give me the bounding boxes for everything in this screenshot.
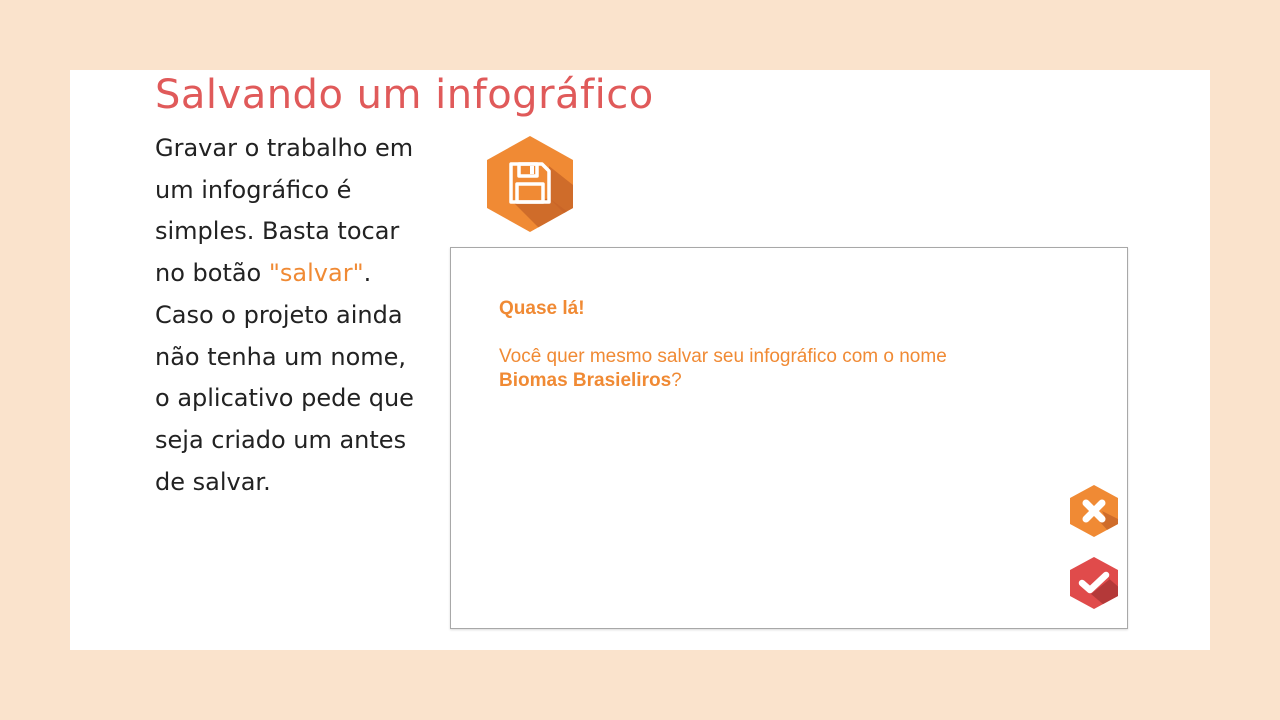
dialog-title: Quase lá!	[499, 298, 585, 319]
dialog-message-suffix: ?	[671, 370, 682, 391]
dialog-message-prefix: Você quer mesmo salvar seu infográfico c…	[499, 346, 947, 367]
slide-title: Salvando um infográfico	[155, 72, 654, 118]
body-text-accent: "salvar"	[268, 259, 364, 288]
dialog-message: Você quer mesmo salvar seu infográfico c…	[499, 345, 1059, 393]
body-text-part2: . Caso o projeto ainda não tenha um nome…	[155, 259, 414, 496]
floppy-disk-icon	[487, 136, 573, 232]
confirm-button[interactable]	[1070, 557, 1118, 609]
cancel-button[interactable]	[1070, 485, 1118, 537]
save-confirmation-dialog: Quase lá! Você quer mesmo salvar seu inf…	[450, 247, 1128, 629]
slide-body-text: Gravar o trabalho em um infográfico é si…	[155, 128, 425, 503]
dialog-project-name: Biomas Brasieliros	[499, 370, 672, 391]
slide: Salvando um infográfico Gravar o trabalh…	[70, 70, 1210, 650]
